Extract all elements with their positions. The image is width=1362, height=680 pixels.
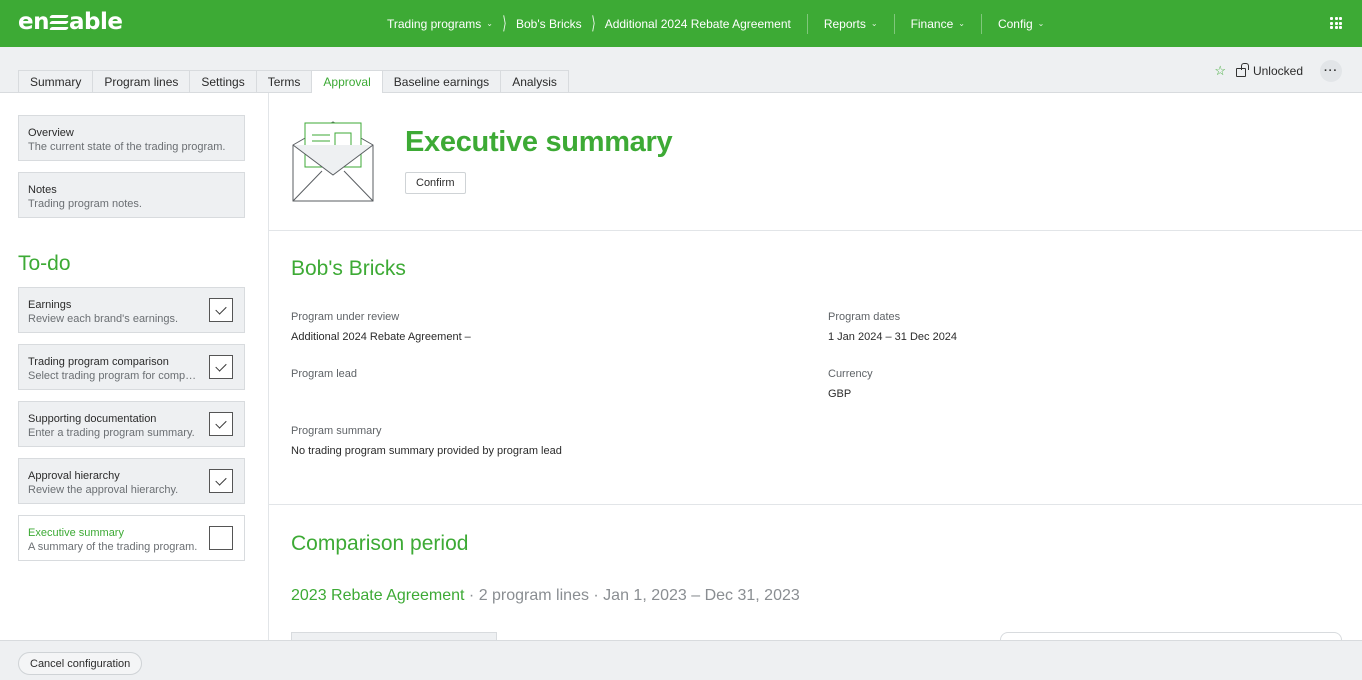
tab-bar: Summary Program lines Settings Terms App… [0, 47, 1362, 94]
apps-grid-icon[interactable] [1330, 17, 1342, 29]
program-under-review-value: Additional 2024 Rebate Agreement – [291, 331, 471, 343]
tab-summary[interactable]: Summary [18, 70, 93, 93]
chevron-down-icon: ⌄ [958, 19, 965, 28]
todo-item-subtitle: Review each brand's earnings. [28, 313, 179, 325]
tab-analysis[interactable]: Analysis [500, 70, 569, 93]
nav-divider [806, 13, 808, 34]
page-title: Executive summary [405, 126, 673, 158]
chevron-down-icon: ⌄ [1037, 19, 1045, 28]
sidebar-item-overview[interactable]: Overview The current state of the tradin… [18, 115, 245, 161]
confirm-button[interactable]: Confirm [405, 172, 466, 194]
logo-text-left: en [18, 9, 49, 35]
tabs: Summary Program lines Settings Terms App… [18, 70, 569, 94]
approval-sidebar: Overview The current state of the tradin… [0, 93, 269, 640]
todo-checkbox[interactable] [209, 526, 233, 550]
todo-item-subtitle: Review the approval hierarchy. [28, 484, 179, 496]
todo-item-executive-summary[interactable]: Executive summary A summary of the tradi… [18, 515, 245, 561]
logo-mark-icon [49, 12, 69, 32]
more-horizontal-icon[interactable]: ··· [1320, 60, 1342, 82]
executive-summary-panel: Executive summary Confirm Bob's Bricks P… [269, 93, 1362, 640]
section-divider [269, 230, 1362, 231]
tab-settings[interactable]: Settings [189, 70, 256, 93]
currency-value: GBP [828, 388, 852, 400]
tab-actions: ☆ Unlocked ··· [1214, 60, 1342, 82]
nav-config-label: Config [997, 16, 1033, 31]
chevron-down-icon: ⌄ [870, 19, 878, 28]
todo-item-subtitle: Enter a trading program summary. [28, 427, 195, 439]
enable-logo[interactable]: en able [18, 9, 123, 35]
todo-item-title: Supporting documentation [28, 413, 157, 425]
tab-program-lines[interactable]: Program lines [92, 70, 190, 93]
section-divider [269, 504, 1362, 505]
sidebar-item-title: Overview [28, 127, 74, 139]
sidebar-item-subtitle: The current state of the trading program… [28, 141, 226, 153]
todo-checkbox[interactable] [209, 298, 233, 322]
nav-divider [980, 13, 982, 34]
comparison-summary: 2023 Rebate Agreement · 2 program lines … [291, 587, 800, 605]
program-summary-label: Program summary [291, 425, 382, 437]
top-navigation-bar: en able Trading programs ⌄ ⟩ Bob's Brick… [0, 0, 1362, 47]
todo-item-trading-program-comparison[interactable]: Trading program comparison Select tradin… [18, 344, 245, 390]
todo-checkbox[interactable] [209, 355, 233, 379]
tab-approval[interactable]: Approval [311, 70, 382, 94]
cancel-configuration-button[interactable]: Cancel configuration [18, 652, 143, 675]
todo-item-subtitle: A summary of the trading program. [28, 541, 198, 553]
sidebar-item-subtitle: Trading program notes. [28, 198, 142, 210]
todo-heading: To-do [18, 252, 71, 275]
tab-baseline-earnings[interactable]: Baseline earnings [381, 70, 501, 93]
breadcrumb-supplier[interactable]: Bob's Bricks [516, 17, 582, 31]
logo-text-right: able [68, 9, 123, 35]
breadcrumb-agreement-label: Additional 2024 Rebate Agreement [604, 16, 791, 31]
nav-reports-label: Reports [823, 16, 866, 31]
footer-bar: Cancel configuration [0, 640, 1362, 680]
sidebar-item-notes[interactable]: Notes Trading program notes. [18, 172, 245, 218]
main-nav: Trading programs ⌄ ⟩ Bob's Bricks ⟩ Addi… [387, 0, 1044, 47]
program-lead-label: Program lead [291, 368, 358, 380]
star-icon[interactable]: ☆ [1214, 63, 1226, 79]
todo-checkbox[interactable] [209, 469, 233, 493]
tab-terms[interactable]: Terms [255, 70, 312, 93]
todo-item-title: Earnings [28, 299, 72, 311]
todo-item-approval-hierarchy[interactable]: Approval hierarchy Review the approval h… [18, 458, 245, 504]
program-summary-value: No trading program summary provided by p… [291, 445, 562, 457]
todo-item-title: Executive summary [28, 527, 124, 539]
todo-checkbox[interactable] [209, 412, 233, 436]
breadcrumb-supplier-label: Bob's Bricks [516, 16, 582, 31]
program-under-review-label: Program under review [291, 311, 400, 323]
comparison-tab-stub[interactable] [291, 632, 497, 640]
nav-reports[interactable]: Reports ⌄ [824, 17, 878, 31]
program-dates-value: 1 Jan 2024 – 31 Dec 2024 [828, 331, 958, 343]
program-dates-label: Program dates [828, 311, 901, 323]
search-input[interactable] [1000, 632, 1342, 640]
envelope-illustration-icon [292, 121, 374, 202]
comparison-program-link[interactable]: 2023 Rebate Agreement [291, 587, 464, 604]
breadcrumb-agreement[interactable]: Additional 2024 Rebate Agreement [605, 17, 791, 31]
todo-item-title: Trading program comparison [28, 356, 169, 368]
breadcrumb-separator-icon: ⟩ [591, 13, 596, 33]
sidebar-item-title: Notes [28, 184, 57, 196]
lock-status-label[interactable]: Unlocked [1253, 64, 1303, 78]
nav-finance-label: Finance [910, 16, 954, 31]
todo-item-title: Approval hierarchy [28, 470, 120, 482]
comparison-period-heading: Comparison period [291, 532, 469, 555]
nav-divider [893, 13, 895, 34]
currency-label: Currency [828, 368, 873, 380]
todo-item-earnings[interactable]: Earnings Review each brand's earnings. [18, 287, 245, 333]
nav-trading-programs[interactable]: Trading programs ⌄ [387, 17, 493, 31]
comparison-details: · 2 program lines · Jan 1, 2023 – Dec 31… [464, 587, 800, 604]
supplier-heading: Bob's Bricks [291, 257, 406, 280]
nav-config[interactable]: Config ⌄ [998, 17, 1044, 31]
todo-item-supporting-documentation[interactable]: Supporting documentation Enter a trading… [18, 401, 245, 447]
unlock-icon[interactable] [1235, 63, 1249, 77]
nav-trading-programs-label: Trading programs [387, 16, 482, 31]
breadcrumb-separator-icon: ⟩ [502, 13, 507, 33]
nav-finance[interactable]: Finance ⌄ [911, 17, 965, 31]
todo-item-subtitle: Select trading program for comparison. [28, 370, 202, 382]
chevron-down-icon: ⌄ [486, 19, 493, 28]
